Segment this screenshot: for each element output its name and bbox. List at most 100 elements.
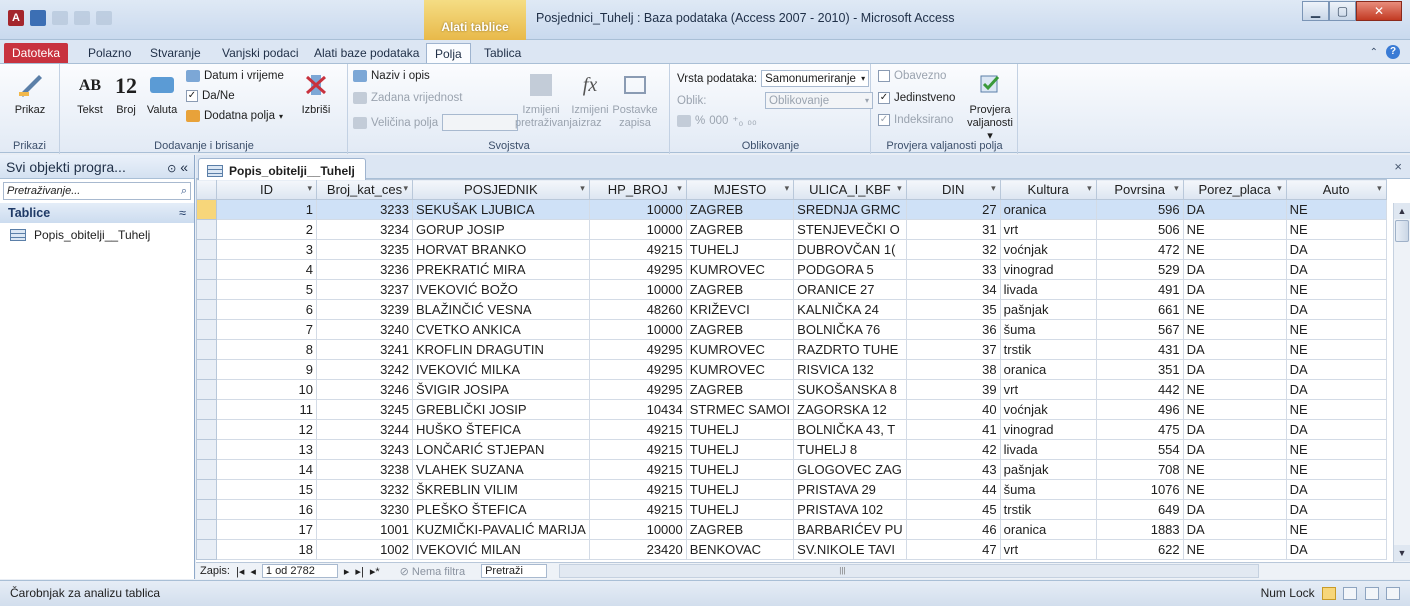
table-cell[interactable]: 431 — [1095, 339, 1184, 360]
yesno-field-button[interactable]: ✓ Da/Ne — [186, 90, 235, 102]
table-cell[interactable]: 38 — [905, 359, 1001, 380]
table-row[interactable]: 18 1002 IVEKOVIĆ MILAN 23420 BENKOVAC SV.NIKO… — [196, 539, 1387, 560]
table-cell[interactable]: 34 — [905, 279, 1001, 300]
table-cell[interactable]: 42 — [905, 439, 1001, 460]
table-cell[interactable]: GORUP JOSIP — [412, 219, 590, 240]
table-cell[interactable]: LONČARIĆ STJEPAN — [412, 439, 590, 460]
table-cell[interactable]: STENJEVEČKI O — [793, 219, 907, 240]
table-cell[interactable]: trstik — [999, 499, 1097, 520]
table-cell[interactable]: 3245 — [316, 399, 413, 420]
table-cell[interactable]: 47 — [905, 539, 1001, 560]
table-cell[interactable]: livada — [999, 439, 1097, 460]
tab-create[interactable]: Stvaranje — [142, 43, 209, 64]
column-header[interactable]: HP_BROJ ▾ — [588, 179, 687, 200]
table-cell[interactable]: NE — [1285, 459, 1387, 480]
name-caption-button[interactable]: Naziv i opis — [353, 70, 430, 82]
table-cell[interactable]: 10000 — [588, 219, 687, 240]
table-row[interactable]: 10 3246 ŠVIGIR JOSIPA 49295 ZAGREB SUKOŠANSKA… — [196, 379, 1387, 400]
table-cell[interactable]: DA — [1182, 199, 1287, 220]
table-cell[interactable]: 1 — [216, 199, 317, 220]
table-cell[interactable]: 31 — [905, 219, 1001, 240]
table-cell[interactable]: 40 — [905, 399, 1001, 420]
table-cell[interactable]: 5 — [216, 279, 317, 300]
document-tab-table[interactable]: Popis_obitelji__Tuhelj — [198, 158, 366, 180]
record-selector[interactable] — [196, 519, 217, 540]
table-cell[interactable]: BOLNIČKA 76 — [793, 319, 907, 340]
record-selector[interactable] — [196, 499, 217, 520]
table-cell[interactable]: 49215 — [588, 499, 687, 520]
column-filter-icon[interactable]: ▾ — [403, 183, 408, 194]
table-row[interactable]: 6 3239 BLAŽINČIĆ VESNA 48260 KRIŽEVCI KALNIČK… — [196, 299, 1387, 320]
nav-pane-header[interactable]: Svi objekti progra... ⊙ « — [0, 155, 194, 179]
record-selector[interactable] — [196, 399, 217, 420]
table-cell[interactable]: DA — [1182, 339, 1287, 360]
column-filter-icon[interactable]: ▾ — [1377, 183, 1382, 194]
table-cell[interactable]: TUHELJ — [685, 479, 795, 500]
table-cell[interactable]: DA — [1182, 499, 1287, 520]
table-cell[interactable]: 16 — [216, 499, 317, 520]
pivotchart-view-icon[interactable] — [1364, 587, 1379, 601]
table-cell[interactable]: ZAGREB — [685, 519, 795, 540]
table-cell[interactable]: 554 — [1095, 439, 1184, 460]
table-cell[interactable]: PREKRATIĆ MIRA — [412, 259, 590, 280]
table-cell[interactable]: 49215 — [588, 459, 687, 480]
save-icon[interactable] — [30, 10, 46, 26]
table-cell[interactable]: DA — [1285, 259, 1387, 280]
data-type-dropdown[interactable]: Samonumeriranje ▾ — [761, 70, 870, 87]
table-cell[interactable]: KROFLIN DRAGUTIN — [412, 339, 590, 360]
column-filter-icon[interactable]: ▾ — [307, 183, 312, 194]
table-cell[interactable]: DA — [1182, 519, 1287, 540]
table-cell[interactable]: 506 — [1095, 219, 1184, 240]
table-cell[interactable]: NE — [1182, 299, 1287, 320]
record-selector[interactable] — [196, 459, 217, 480]
table-cell[interactable]: 49215 — [588, 419, 687, 440]
table-cell[interactable]: 10000 — [588, 279, 687, 300]
table-cell[interactable]: 475 — [1095, 419, 1184, 440]
record-selector[interactable] — [196, 239, 217, 260]
table-cell[interactable]: BLAŽINČIĆ VESNA — [412, 299, 590, 320]
table-cell[interactable]: 41 — [905, 419, 1001, 440]
table-cell[interactable]: DA — [1285, 479, 1387, 500]
table-cell[interactable]: 6 — [216, 299, 317, 320]
table-cell[interactable]: 45 — [905, 499, 1001, 520]
table-row[interactable]: 4 3236 PREKRATIĆ MIRA 49295 KUMROVEC PODGORA … — [196, 259, 1387, 280]
table-cell[interactable]: DA — [1285, 379, 1387, 400]
table-cell[interactable]: NE — [1285, 519, 1387, 540]
tab-file[interactable]: Datoteka — [4, 43, 69, 64]
table-cell[interactable]: 596 — [1095, 199, 1184, 220]
redo-icon[interactable] — [74, 11, 90, 25]
last-record-button[interactable]: ▸| — [355, 565, 363, 578]
table-cell[interactable]: 1076 — [1095, 479, 1184, 500]
column-header[interactable]: Kultura ▾ — [999, 179, 1097, 200]
table-cell[interactable]: IVEKOVIĆ MILAN — [412, 539, 590, 560]
table-cell[interactable]: DA — [1285, 239, 1387, 260]
chevron-down-icon[interactable]: ⊙ — [167, 163, 176, 175]
table-cell[interactable]: šuma — [999, 479, 1097, 500]
table-cell[interactable]: TUHELJ — [685, 439, 795, 460]
record-selector[interactable] — [196, 339, 217, 360]
table-cell[interactable]: SUKOŠANSKA 8 — [793, 379, 907, 400]
design-view-icon[interactable] — [1386, 587, 1400, 601]
table-cell[interactable]: 23420 — [588, 539, 687, 560]
table-cell[interactable]: 43 — [905, 459, 1001, 480]
table-row[interactable]: 12 3244 HUŠKO ŠTEFICA 49215 TUHELJ BOLNIČKA 4… — [196, 419, 1387, 440]
table-cell[interactable]: KUMROVEC — [685, 359, 795, 380]
table-cell[interactable]: SV.NIKOLE TAVI — [793, 539, 907, 560]
column-filter-icon[interactable]: ▾ — [991, 183, 996, 194]
maximize-button[interactable]: ▢ — [1329, 1, 1356, 21]
table-cell[interactable]: NE — [1182, 379, 1287, 400]
table-cell[interactable]: BOLNIČKA 43, T — [793, 419, 907, 440]
table-cell[interactable]: DA — [1182, 439, 1287, 460]
table-cell[interactable]: NE — [1285, 219, 1387, 240]
record-selector[interactable] — [196, 419, 217, 440]
table-cell[interactable]: 3235 — [316, 239, 413, 260]
table-row[interactable]: 3 3235 HORVAT BRANKO 49215 TUHELJ DUBROVČAN 1… — [196, 239, 1387, 260]
table-cell[interactable]: 3237 — [316, 279, 413, 300]
column-filter-icon[interactable]: ▾ — [785, 183, 790, 194]
table-cell[interactable]: NE — [1182, 459, 1287, 480]
tab-external-data[interactable]: Vanjski podaci — [214, 43, 307, 64]
table-cell[interactable]: livada — [999, 279, 1097, 300]
table-cell[interactable]: 1883 — [1095, 519, 1184, 540]
table-cell[interactable]: NE — [1182, 319, 1287, 340]
column-filter-icon[interactable]: ▾ — [1087, 183, 1092, 194]
